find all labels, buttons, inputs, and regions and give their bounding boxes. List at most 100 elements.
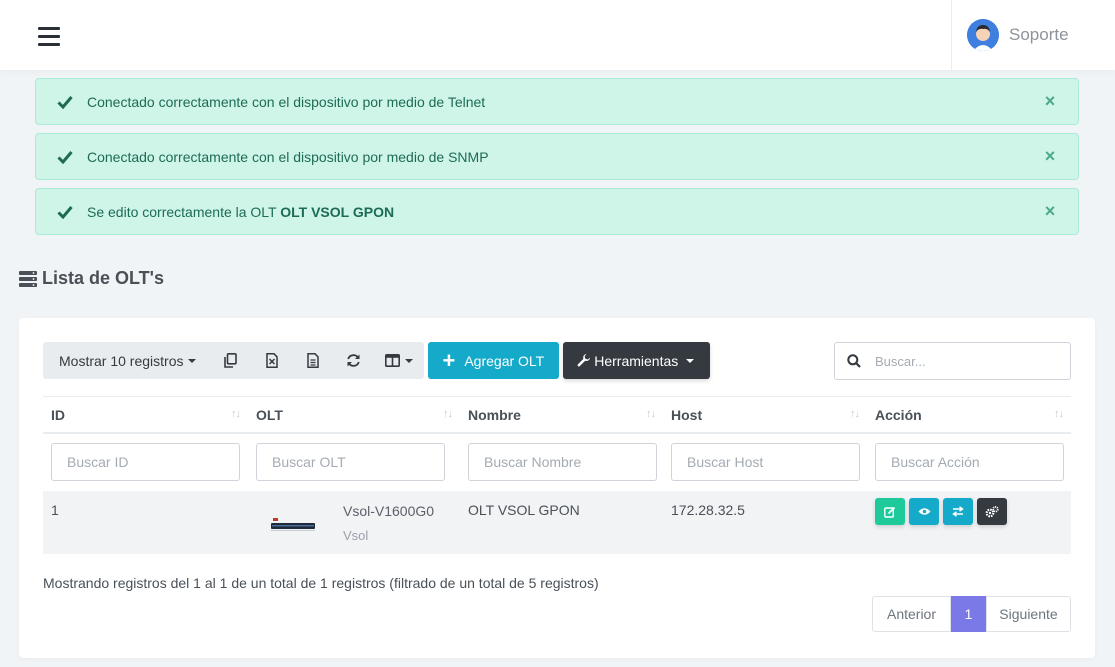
- alert-text: Se edito correctamente la OLT OLT VSOL G…: [87, 204, 394, 220]
- alert-text: Conectado correctamente con el dispositi…: [87, 148, 489, 165]
- olt-table: ID ↑↓ OLT ↑↓ Nombre ↑↓ Host ↑↓ Acción ↑↓ 1: [43, 396, 1071, 554]
- csv-button[interactable]: [292, 342, 333, 379]
- exchange-icon: [952, 506, 964, 517]
- server-icon: [19, 270, 37, 287]
- filter-cell: [867, 443, 1071, 491]
- filter-accion-input[interactable]: [875, 443, 1064, 481]
- user-name: Soporte: [1009, 25, 1069, 44]
- sort-icon: ↑↓: [231, 408, 241, 420]
- filter-host-input[interactable]: [671, 443, 860, 481]
- cogs-icon: [985, 505, 999, 517]
- chevron-down-icon: [188, 358, 197, 363]
- close-icon[interactable]: ×: [1042, 202, 1058, 220]
- close-icon[interactable]: ×: [1042, 92, 1058, 110]
- global-search: [834, 342, 1071, 380]
- column-header-label: Host: [671, 407, 703, 423]
- menu-icon[interactable]: [38, 27, 60, 46]
- page-length-button[interactable]: Mostrar 10 registros: [43, 342, 210, 379]
- alert-text: Conectado correctamente con el dispositi…: [87, 93, 486, 110]
- sort-icon: ↑↓: [1054, 408, 1064, 420]
- edit-icon: [884, 506, 896, 518]
- previous-page-button[interactable]: Anterior: [872, 596, 951, 632]
- filter-nombre-input[interactable]: [468, 443, 657, 481]
- column-header-id[interactable]: ID ↑↓: [43, 397, 248, 432]
- column-header-label: Acción: [875, 407, 922, 423]
- page-length-label: Mostrar 10 registros: [59, 352, 184, 369]
- add-olt-button[interactable]: + Agregar OLT: [428, 342, 560, 379]
- olt-table-card: Mostrar 10 registros + Agregar OLT Herra…: [19, 318, 1095, 658]
- refresh-icon: [347, 354, 361, 367]
- column-header-host[interactable]: Host ↑↓: [663, 397, 867, 432]
- section-title-text: Lista de OLT's: [42, 268, 164, 288]
- alert-text-prefix: Se edito correctamente la OLT: [87, 203, 281, 220]
- pagination: Anterior 1 Siguiente: [872, 596, 1071, 632]
- table-row: 1 Vsol-V1600G0 Vsol OLT VSOL GPON 172.28…: [43, 491, 1071, 554]
- row-actions: [875, 498, 1071, 525]
- excel-icon: [266, 353, 278, 368]
- csv-icon: [307, 353, 319, 368]
- olt-brand: Vsol: [343, 528, 369, 543]
- eye-icon: [918, 508, 930, 515]
- copy-button[interactable]: [210, 342, 251, 379]
- chevron-down-icon: [686, 358, 695, 363]
- column-header-accion[interactable]: Acción ↑↓: [867, 397, 1071, 432]
- sort-icon: ↑↓: [646, 408, 656, 420]
- column-header-olt[interactable]: OLT ↑↓: [248, 397, 460, 432]
- next-page-button[interactable]: Siguiente: [986, 596, 1071, 632]
- filter-cell: [460, 443, 663, 491]
- search-input[interactable]: [875, 353, 1055, 369]
- check-icon: [57, 150, 73, 164]
- check-icon: [57, 95, 73, 109]
- cell-host: 172.28.32.5: [671, 502, 745, 518]
- chevron-down-icon: [405, 358, 414, 363]
- sort-icon: ↑↓: [443, 408, 453, 420]
- wrench-icon: [577, 353, 591, 367]
- search-icon: [847, 354, 861, 368]
- check-icon: [57, 205, 73, 219]
- alert-telnet: Conectado correctamente con el dispositi…: [35, 78, 1079, 125]
- cell-id: 1: [51, 502, 59, 518]
- cell-olt: Vsol-V1600G0 Vsol: [248, 491, 460, 554]
- cell-accion: [867, 491, 1071, 554]
- tools-label: Herramientas: [594, 352, 679, 369]
- filter-cell: [43, 443, 248, 491]
- alert-edit: Se edito correctamente la OLT OLT VSOL G…: [35, 188, 1079, 235]
- column-header-nombre[interactable]: Nombre ↑↓: [460, 397, 663, 432]
- olt-model: Vsol-V1600G0: [343, 503, 435, 519]
- tools-dropdown-button[interactable]: Herramientas: [563, 342, 711, 379]
- copy-icon: [224, 353, 238, 368]
- filter-cell: [663, 443, 867, 491]
- current-page-button[interactable]: 1: [951, 596, 986, 632]
- column-filter-row: [43, 434, 1071, 491]
- avatar: [967, 19, 999, 51]
- export-button-group: Mostrar 10 registros: [43, 342, 425, 379]
- config-button[interactable]: [977, 498, 1007, 525]
- column-visibility-button[interactable]: [374, 342, 424, 379]
- top-navbar: Soporte: [0, 0, 1115, 70]
- edit-button[interactable]: [875, 498, 905, 525]
- plus-icon: +: [442, 347, 456, 373]
- alert-text-bold: OLT VSOL GPON: [280, 203, 395, 220]
- close-icon[interactable]: ×: [1042, 147, 1058, 165]
- filter-olt-input[interactable]: [256, 443, 445, 481]
- reload-button[interactable]: [333, 342, 374, 379]
- column-header-label: OLT: [256, 407, 283, 423]
- table-toolbar: Mostrar 10 registros + Agregar OLT Herra…: [43, 342, 711, 379]
- sort-icon: ↑↓: [850, 408, 860, 420]
- columns-icon: [385, 354, 401, 367]
- cell-nombre: OLT VSOL GPON: [468, 502, 580, 518]
- table-info: Mostrando registros del 1 al 1 de un tot…: [43, 575, 599, 591]
- excel-button[interactable]: [251, 342, 292, 379]
- filter-id-input[interactable]: [51, 443, 240, 481]
- transfer-button[interactable]: [943, 498, 973, 525]
- view-button[interactable]: [909, 498, 939, 525]
- add-olt-label: Agregar OLT: [464, 352, 545, 369]
- table-header-row: ID ↑↓ OLT ↑↓ Nombre ↑↓ Host ↑↓ Acción ↑↓: [43, 396, 1071, 434]
- column-header-label: Nombre: [468, 407, 521, 423]
- page-title: Lista de OLT's: [19, 268, 164, 289]
- filter-cell: [248, 443, 460, 491]
- alert-snmp: Conectado correctamente con el dispositi…: [35, 133, 1079, 180]
- user-menu[interactable]: Soporte: [951, 0, 1115, 70]
- olt-device-image: [271, 518, 315, 531]
- column-header-label: ID: [51, 407, 65, 423]
